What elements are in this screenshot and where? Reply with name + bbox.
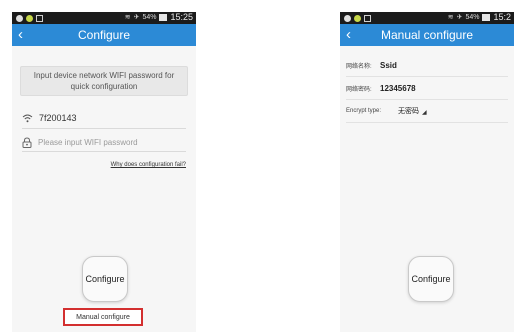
title-bar: ‹ Configure [12, 24, 196, 46]
encrypt-row[interactable]: Encrypt type: 无密码 ◢ [346, 100, 508, 123]
divider [22, 151, 186, 152]
dropdown-triangle-icon: ◢ [422, 110, 427, 116]
status-bar: ≋ ✈ 54% 15:2 [340, 12, 514, 24]
battery-percent: 54% [465, 13, 480, 21]
configure-button[interactable]: Configure [82, 256, 128, 302]
divider [22, 128, 186, 129]
configure-button[interactable]: Configure [408, 256, 454, 302]
page-title: Manual configure [380, 28, 474, 42]
wifi-status-icon: ≋ [124, 14, 131, 21]
lock-icon [22, 136, 32, 148]
wifi-icon [22, 114, 33, 123]
password-row[interactable]: 网络密码: 12345678 [346, 77, 508, 100]
password-row [22, 135, 186, 149]
app-icon [26, 15, 33, 22]
battery-icon [159, 13, 168, 21]
wifi-name: 7f200143 [39, 113, 77, 123]
wifi-password-input[interactable] [38, 137, 178, 147]
manual-configure-button[interactable]: Manual configure [63, 308, 143, 326]
battery-icon [482, 13, 491, 21]
airplane-icon: ✈ [456, 14, 463, 21]
ssid-row[interactable]: 网络名称: Ssid [346, 54, 508, 77]
screenshot-icon [364, 15, 371, 22]
help-link[interactable]: Why does configuration fail? [22, 162, 186, 168]
notification-icon [16, 15, 23, 22]
title-bar: ‹ Manual configure [340, 24, 514, 46]
app-icon [354, 15, 361, 22]
clock: 15:25 [170, 12, 193, 22]
instruction-text: Input device network WIFI password for q… [20, 66, 188, 96]
encrypt-value: 无密码 [398, 108, 419, 115]
notification-icon [344, 15, 351, 22]
page-title: Configure [77, 28, 131, 42]
airplane-icon: ✈ [133, 14, 140, 21]
clock: 15:2 [493, 12, 511, 22]
password-field[interactable]: 12345678 [380, 84, 416, 93]
wifi-network-row: 7f200143 [22, 110, 186, 126]
encrypt-label: Encrypt type: [346, 108, 382, 114]
battery-percent: 54% [142, 13, 157, 21]
manual-configure-screen: ≋ ✈ 54% 15:2 ‹ Manual configure 网络名称: Ss… [340, 12, 514, 332]
back-arrow-icon[interactable]: ‹ [18, 26, 23, 43]
configure-screen: ≋ ✈ 54% 15:25 ‹ Configure Input device n… [12, 12, 196, 332]
encrypt-select[interactable]: 无密码 ◢ [398, 106, 427, 116]
ssid-label: 网络名称: [346, 63, 372, 70]
wifi-status-icon: ≋ [447, 14, 454, 21]
screenshot-icon [36, 15, 43, 22]
back-arrow-icon[interactable]: ‹ [346, 26, 351, 43]
password-label: 网络密码: [346, 86, 372, 93]
status-bar: ≋ ✈ 54% 15:25 [12, 12, 196, 24]
ssid-field[interactable]: Ssid [380, 61, 397, 70]
